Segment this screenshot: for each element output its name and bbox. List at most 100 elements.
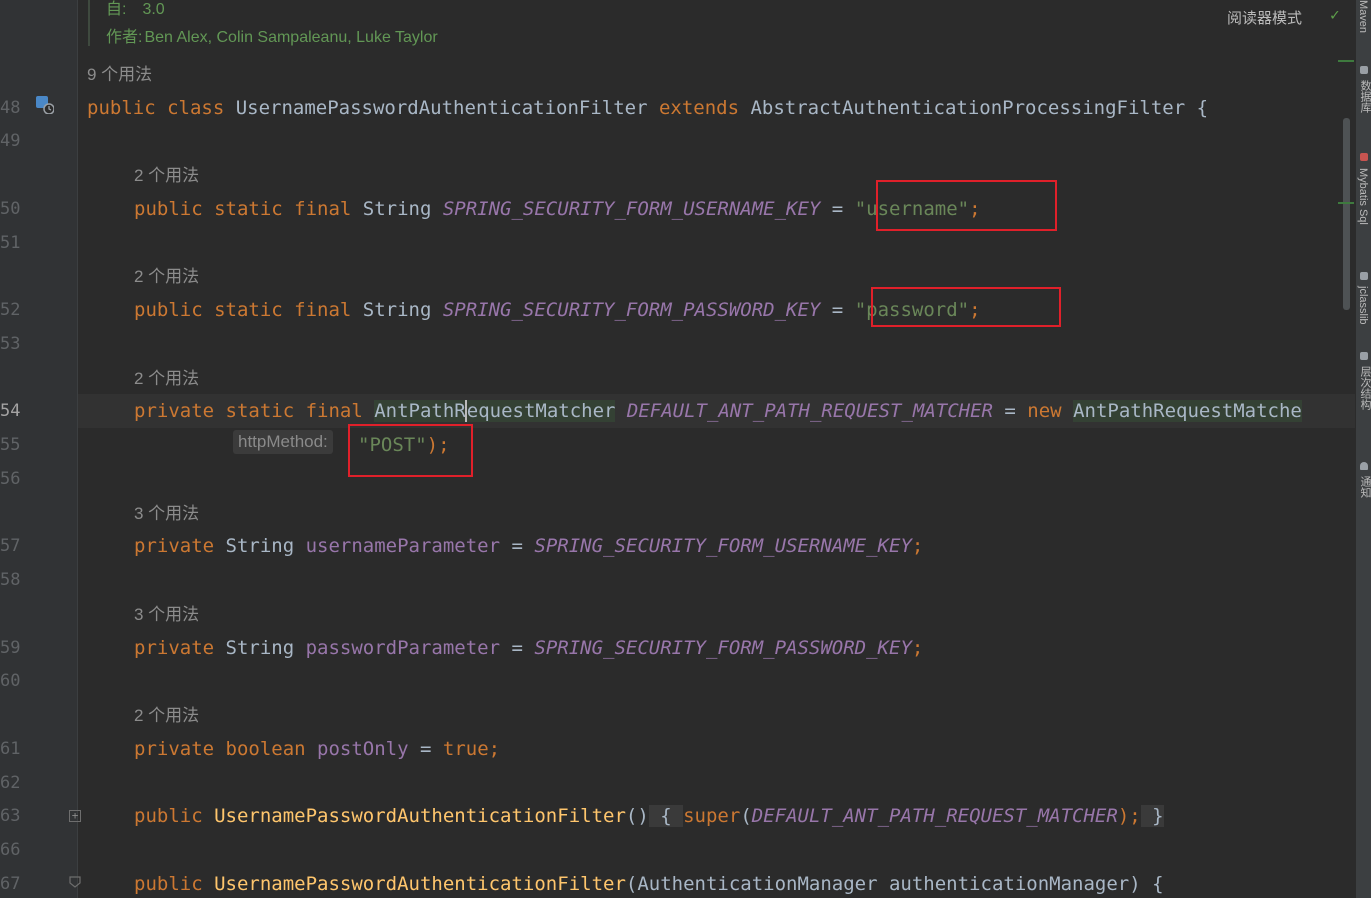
doc-since: 自: 3.0 bbox=[106, 0, 165, 19]
token-semicolon: ; bbox=[488, 738, 501, 760]
annotation-box bbox=[348, 424, 473, 477]
token-semicolon: ; bbox=[911, 637, 924, 659]
line-number: 66 bbox=[0, 840, 21, 860]
tool-window-strip: Maven 数据库 Mybatis Sql jclasslib 层次结构 通知 bbox=[1355, 0, 1371, 898]
code-line-67[interactable]: public UsernamePasswordAuthenticationFil… bbox=[134, 873, 1164, 895]
line-number: 62 bbox=[0, 773, 21, 793]
token-keyword: private bbox=[134, 535, 215, 557]
doc-authors: 作者: Ben Alex, Colin Sampaleanu, Luke Tayl… bbox=[106, 23, 438, 47]
fold-arrow-icon[interactable] bbox=[68, 875, 82, 889]
token-keyword: public class bbox=[87, 97, 225, 119]
token-constant: DEFAULT_ANT_PATH_REQUEST_MATCHER bbox=[751, 805, 1118, 827]
doc-since-label: 自: bbox=[106, 1, 127, 18]
token-operator: = bbox=[820, 198, 855, 220]
line-number: 53 bbox=[0, 334, 21, 354]
usages-hint[interactable]: 3 个用法 bbox=[134, 605, 199, 625]
token-semicolon: ; bbox=[911, 535, 924, 557]
line-number: 60 bbox=[0, 671, 21, 691]
folded-brace[interactable]: } bbox=[1140, 805, 1164, 827]
token-keyword: public bbox=[134, 873, 203, 895]
token-class-name: UsernamePasswordAuthenticationFilter bbox=[224, 97, 659, 119]
token-keyword: public static final bbox=[134, 198, 352, 220]
change-marker bbox=[1338, 202, 1354, 204]
code-line-52[interactable]: public static final String SPRING_SECURI… bbox=[134, 299, 981, 321]
annotation-box bbox=[876, 180, 1057, 231]
doc-since-value: 3.0 bbox=[142, 1, 165, 18]
token-method: UsernamePasswordAuthenticationFilter bbox=[202, 873, 626, 895]
folded-brace[interactable]: { bbox=[648, 805, 684, 827]
token-punctuation: ( bbox=[740, 805, 752, 827]
usages-hint[interactable]: 2 个用法 bbox=[134, 166, 199, 186]
token-type-part: AntPathR bbox=[374, 400, 466, 422]
code-editor[interactable]: 48 49 50 51 52 53 54 55 56 57 58 59 60 6… bbox=[0, 0, 1355, 898]
jclasslib-tab[interactable]: jclasslib bbox=[1357, 286, 1369, 325]
line-number: 52 bbox=[0, 300, 21, 320]
scrollbar-thumb[interactable] bbox=[1343, 118, 1350, 310]
code-line-50[interactable]: public static final String SPRING_SECURI… bbox=[134, 198, 981, 220]
token-operator: = bbox=[992, 400, 1028, 422]
reader-mode-button[interactable]: 阅读器模式 bbox=[1227, 7, 1302, 28]
token-type: String bbox=[351, 198, 443, 220]
line-number: 49 bbox=[0, 131, 21, 151]
token-text: AbstractAuthenticationProcessingFilter { bbox=[739, 97, 1209, 119]
token-keyword: public static final bbox=[134, 299, 352, 321]
token-type: String bbox=[214, 535, 306, 557]
token-keyword: super bbox=[683, 805, 741, 827]
line-number: 55 bbox=[0, 435, 21, 455]
text-caret: equestMatcher bbox=[464, 400, 616, 422]
token-constant: SPRING_SECURITY_FORM_PASSWORD_KEY bbox=[534, 637, 912, 659]
code-line-57[interactable]: private String usernameParameter = SPRIN… bbox=[134, 535, 923, 557]
token-constant: SPRING_SECURITY_FORM_PASSWORD_KEY bbox=[442, 299, 821, 321]
code-line-59[interactable]: private String passwordParameter = SPRIN… bbox=[134, 637, 923, 659]
line-number: 50 bbox=[0, 199, 21, 219]
line-number: 67 bbox=[0, 874, 21, 894]
code-line-63[interactable]: public UsernamePasswordAuthenticationFil… bbox=[134, 805, 1164, 827]
code-line-61[interactable]: private boolean postOnly = true; bbox=[134, 738, 500, 760]
token-type: String bbox=[214, 637, 306, 659]
doc-comment-bar bbox=[88, 0, 90, 46]
token-field: usernameParameter bbox=[305, 535, 501, 557]
hierarchy-icon bbox=[1360, 352, 1368, 360]
token-constant: DEFAULT_ANT_PATH_REQUEST_MATCHER bbox=[626, 400, 993, 422]
token-keyword: private boolean bbox=[134, 738, 306, 760]
parameter-hint: httpMethod: bbox=[233, 430, 333, 454]
doc-authors-label: 作者: bbox=[106, 29, 143, 46]
jclasslib-icon bbox=[1360, 272, 1368, 280]
token-punctuation: () bbox=[625, 805, 649, 827]
token-keyword: extends bbox=[658, 97, 740, 119]
token-type-highlighted: AntPathRequestMatcher bbox=[374, 400, 616, 422]
code-line-48[interactable]: public class UsernamePasswordAuthenticat… bbox=[87, 97, 1208, 119]
usages-hint[interactable]: 2 个用法 bbox=[134, 369, 199, 389]
line-number: 58 bbox=[0, 570, 21, 590]
usages-hint[interactable]: 2 个用法 bbox=[134, 267, 199, 287]
token-method: UsernamePasswordAuthenticationFilter bbox=[202, 805, 626, 827]
token-constant: SPRING_SECURITY_FORM_USERNAME_KEY bbox=[534, 535, 912, 557]
mybatis-icon bbox=[1360, 153, 1368, 161]
database-tab[interactable]: 数据库 bbox=[1357, 80, 1371, 113]
usages-hint[interactable]: 3 个用法 bbox=[134, 504, 199, 524]
usages-hint[interactable]: 9 个用法 bbox=[87, 65, 152, 85]
line-number: 51 bbox=[0, 233, 21, 253]
mybatis-sql-tab[interactable]: Mybatis Sql bbox=[1357, 168, 1369, 225]
maven-tab[interactable]: Maven bbox=[1357, 0, 1369, 33]
line-number: 48 bbox=[0, 98, 21, 118]
token-keyword: public bbox=[134, 805, 203, 827]
change-marker bbox=[1338, 60, 1354, 62]
class-hierarchy-icon[interactable] bbox=[36, 96, 54, 114]
token-operator: = bbox=[820, 299, 855, 321]
database-icon bbox=[1360, 66, 1368, 74]
notifications-tab[interactable]: 通知 bbox=[1357, 476, 1371, 498]
hierarchy-tab[interactable]: 层次结构 bbox=[1357, 366, 1371, 410]
token-text: (AuthenticationManager authenticationMan… bbox=[625, 873, 1164, 895]
token-keyword: private bbox=[134, 637, 215, 659]
token-constant: SPRING_SECURITY_FORM_USERNAME_KEY bbox=[442, 198, 821, 220]
line-number: 63 bbox=[0, 806, 21, 826]
token-operator: = bbox=[500, 535, 535, 557]
token-literal: true bbox=[442, 738, 489, 760]
token-field: passwordParameter bbox=[305, 637, 501, 659]
usages-hint[interactable]: 2 个用法 bbox=[134, 706, 199, 726]
fold-toggle-icon[interactable]: + bbox=[69, 810, 81, 822]
token-punctuation: ); bbox=[1117, 805, 1141, 827]
check-icon[interactable]: ✓ bbox=[1330, 5, 1340, 24]
code-line-54[interactable]: private static final AntPathRequestMatch… bbox=[134, 400, 1302, 422]
